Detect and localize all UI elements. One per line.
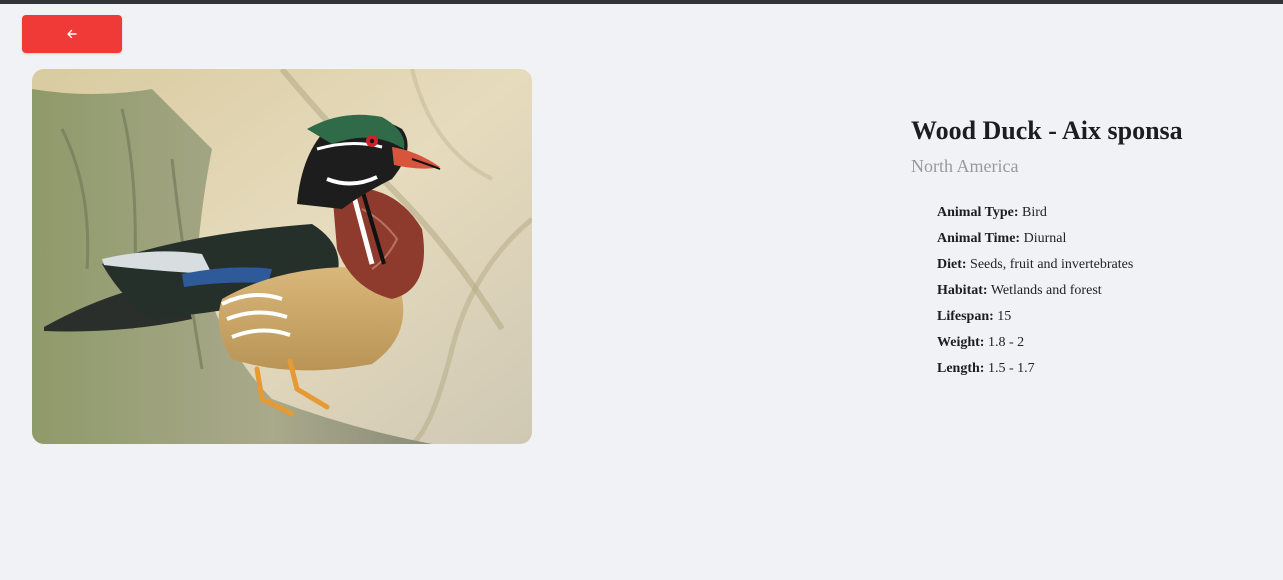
fact-label: Habitat: (937, 283, 988, 298)
fact-label: Diet: (937, 257, 967, 272)
fact-label: Animal Type: (937, 205, 1019, 220)
animal-region: North America (911, 156, 1019, 176)
fact-value: 1.8 - 2 (987, 335, 1025, 350)
fact-label: Lifespan: (937, 309, 994, 324)
fact-animal-time: Animal Time: Diurnal (937, 226, 1271, 252)
fact-label: Weight: (937, 335, 985, 350)
fact-value: Seeds, fruit and invertebrates (970, 257, 1134, 272)
arrow-left-icon (66, 28, 78, 40)
back-button[interactable] (22, 15, 122, 53)
fact-value: Wetlands and forest (990, 283, 1102, 298)
fact-animal-type: Animal Type: Bird (937, 200, 1271, 226)
fact-lifespan: Lifespan: 15 (937, 304, 1271, 330)
animal-photo (32, 69, 532, 444)
fact-label: Length: (937, 361, 985, 376)
fact-value: 15 (997, 309, 1012, 324)
fact-label: Animal Time: (937, 231, 1021, 246)
fact-length: Length: 1.5 - 1.7 (937, 356, 1271, 382)
fact-value: Diurnal (1023, 231, 1067, 246)
fact-value: 1.5 - 1.7 (987, 361, 1035, 376)
facts-list: Animal Type: Bird Animal Time: Diurnal D… (937, 200, 1271, 382)
fact-weight: Weight: 1.8 - 2 (937, 330, 1271, 356)
fact-habitat: Habitat: Wetlands and forest (937, 278, 1271, 304)
fact-diet: Diet: Seeds, fruit and invertebrates (937, 252, 1271, 278)
fact-value: Bird (1022, 205, 1047, 220)
top-bar (0, 0, 1283, 4)
animal-info: Wood Duck - Aix sponsa North America Ani… (911, 114, 1271, 382)
animal-name: Wood Duck - Aix sponsa (911, 116, 1183, 145)
